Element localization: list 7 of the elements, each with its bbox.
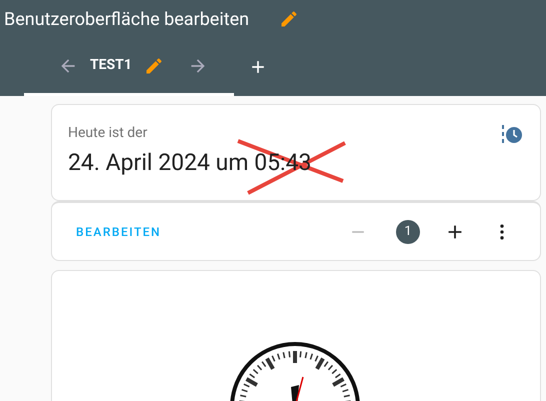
view-tab[interactable]: TEST1: [24, 38, 234, 96]
tab-label: TEST1: [90, 56, 132, 75]
edit-tab-icon[interactable]: [144, 56, 164, 76]
date-label: Heute ist der: [68, 124, 148, 143]
page-title: Benutzeroberfläche bearbeiten: [4, 8, 250, 32]
position-badge: 1: [396, 220, 420, 244]
edit-title-icon[interactable]: [279, 9, 300, 29]
